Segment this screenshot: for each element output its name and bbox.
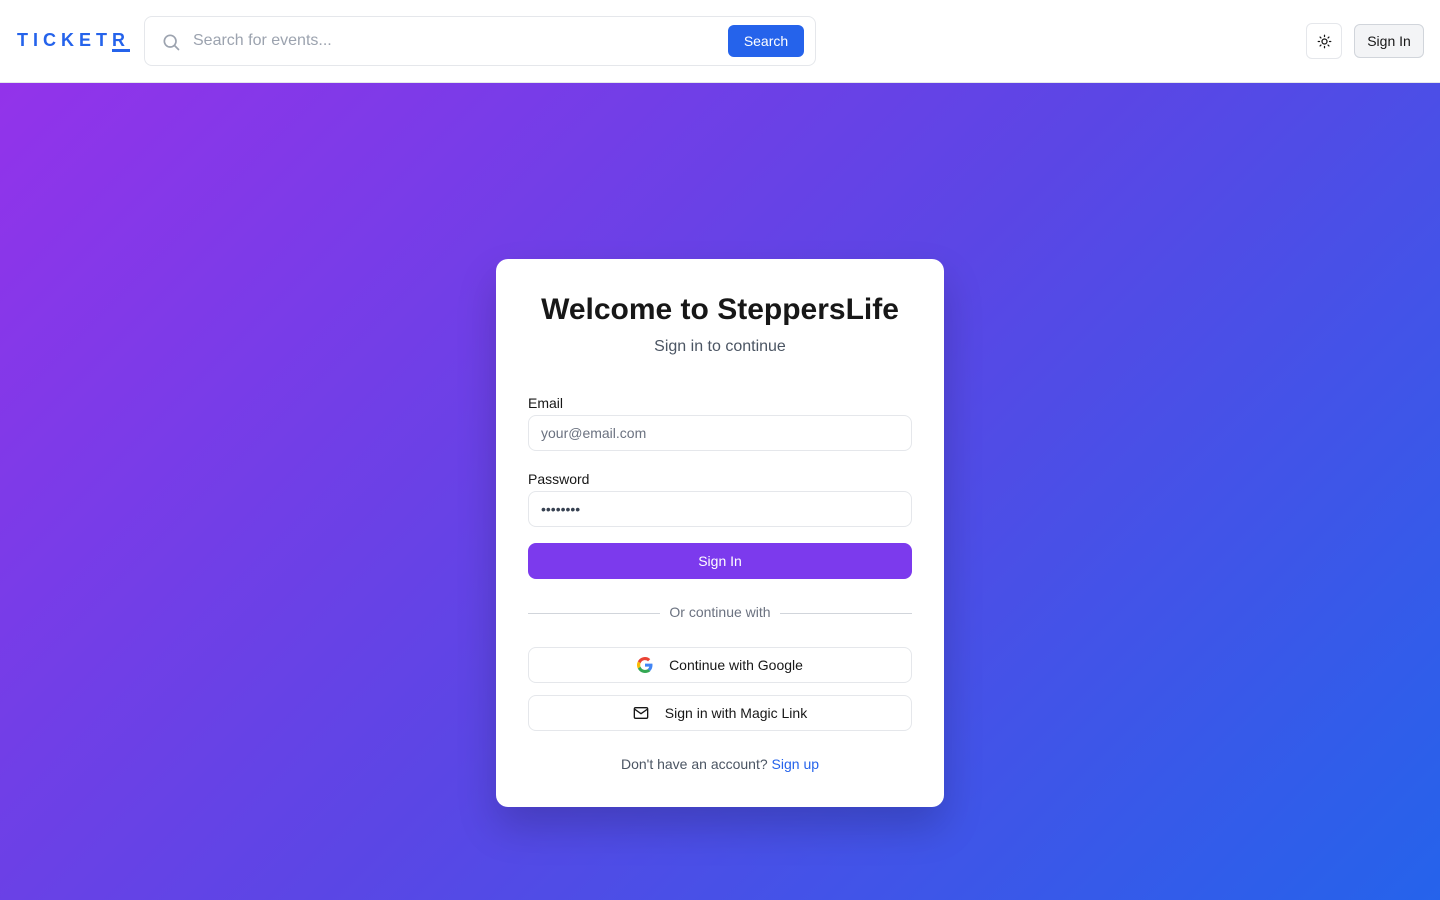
mail-icon — [633, 707, 649, 719]
or-divider: Or continue with — [528, 604, 912, 622]
google-button-label: Continue with Google — [669, 657, 803, 673]
divider-text: Or continue with — [669, 604, 771, 620]
password-field[interactable] — [528, 491, 912, 527]
signup-prompt-text: Don't have an account? — [620, 756, 768, 772]
divider-line-right — [780, 613, 912, 614]
card-title: Welcome to SteppersLife — [541, 293, 899, 326]
top-header: TICKETR Search Sign In — [0, 0, 1440, 83]
google-icon — [637, 657, 653, 673]
header-sign-in-button[interactable]: Sign In — [1354, 24, 1424, 58]
search-icon — [163, 34, 180, 51]
search-input[interactable] — [193, 29, 713, 53]
card-subtitle: Sign in to continue — [654, 338, 786, 355]
signup-prompt: Don't have an account? Sign up — [496, 756, 944, 772]
magic-link-button[interactable]: Sign in with Magic Link — [528, 695, 912, 731]
search-button[interactable]: Search — [728, 25, 804, 57]
google-sign-in-button[interactable]: Continue with Google — [528, 647, 912, 683]
email-label: Email — [528, 395, 564, 411]
search-bar: Search — [144, 16, 816, 66]
ticketr-logo[interactable]: TICKETR — [17, 30, 130, 51]
theme-toggle-button[interactable] — [1306, 23, 1342, 59]
sun-icon — [1317, 34, 1331, 48]
sign-up-link[interactable]: Sign up — [772, 756, 819, 772]
magic-link-button-label: Sign in with Magic Link — [664, 705, 808, 721]
sign-in-card: Welcome to SteppersLife Sign in to conti… — [496, 259, 944, 807]
sign-in-button[interactable]: Sign In — [528, 543, 912, 579]
password-label: Password — [528, 471, 590, 487]
email-field[interactable] — [528, 415, 912, 451]
